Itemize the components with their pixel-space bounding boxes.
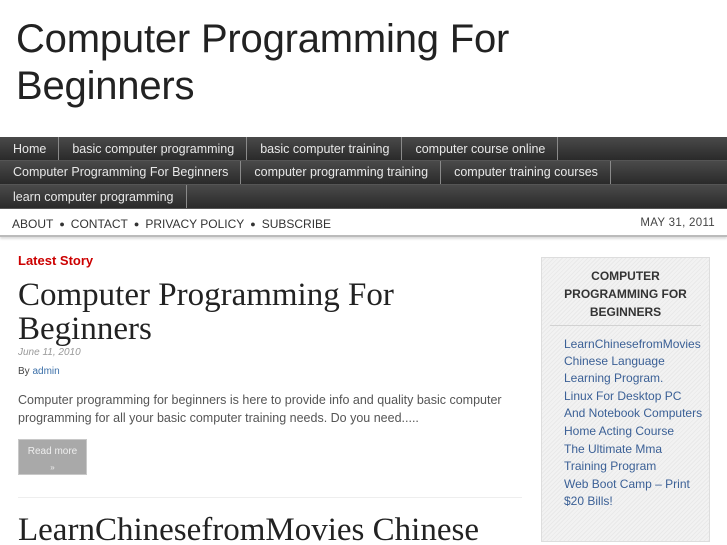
nav-item-computer-training-courses[interactable]: computer training courses: [441, 161, 611, 184]
by-label: By: [18, 366, 30, 377]
current-date: MAY 31, 2011: [640, 217, 715, 229]
widget-link[interactable]: The Ultimate Mma Training Program: [564, 441, 704, 475]
subnav-about[interactable]: ABOUT: [12, 217, 53, 231]
separator-dot: ●: [59, 219, 65, 229]
main-content: Latest Story Computer Programming For Be…: [18, 253, 522, 545]
separator-dot: ●: [133, 219, 140, 229]
main-nav: Home basic computer programming basic co…: [0, 137, 727, 209]
nav-item-learn-computer-programming[interactable]: learn computer programming: [0, 185, 187, 208]
nav-item-basic-computer-training[interactable]: basic computer training: [247, 137, 403, 160]
post: Computer Programming For Beginners June …: [18, 278, 522, 475]
nav-row-2: Computer Programming For Beginners compu…: [0, 161, 727, 185]
post-divider: [18, 497, 522, 498]
nav-item-computer-programming-training[interactable]: computer programming training: [241, 161, 442, 184]
widget-link[interactable]: Home Acting Course: [564, 423, 704, 440]
widget-link[interactable]: LearnChinesefromMovies Chinese Language …: [564, 336, 704, 387]
post: LearnChinesefromMovies Chinese: [18, 513, 522, 545]
post-title[interactable]: Computer Programming For Beginners: [18, 278, 522, 346]
author-link[interactable]: admin: [32, 366, 59, 377]
widget-link[interactable]: Web Boot Camp – Print $20 Bills!: [564, 476, 704, 510]
nav-item-computer-course-online[interactable]: computer course online: [402, 137, 559, 160]
separator-dot: ●: [250, 219, 256, 229]
widget-link-list: LearnChinesefromMovies Chinese Language …: [542, 326, 709, 510]
post-excerpt: Computer programming for beginners is he…: [18, 393, 502, 425]
sidebar-widget: COMPUTER PROGRAMMING FOR BEGINNERS Learn…: [541, 257, 710, 542]
subnav-contact[interactable]: CONTACT: [71, 217, 128, 231]
nav-row-1: Home basic computer programming basic co…: [0, 137, 727, 161]
post-byline: By admin: [18, 366, 522, 377]
post-title[interactable]: LearnChinesefromMovies Chinese: [18, 513, 522, 545]
read-more-label: Read more: [27, 446, 78, 457]
post-date: June 11, 2010: [18, 347, 81, 358]
nav-item-home[interactable]: Home: [0, 137, 60, 160]
section-label: Latest Story: [18, 253, 94, 268]
secondary-nav: ABOUT ● CONTACT ● PRIVACY POLICY ● SUBSC…: [0, 210, 727, 237]
subnav-privacy-policy[interactable]: PRIVACY POLICY: [145, 217, 244, 231]
subnav-subscribe[interactable]: SUBSCRIBE: [262, 217, 331, 231]
widget-title: COMPUTER PROGRAMMING FOR BEGINNERS: [550, 258, 701, 326]
read-more-button[interactable]: Read more »: [18, 439, 87, 475]
double-arrow-icon: »: [50, 463, 55, 472]
widget-link[interactable]: Linux For Desktop PC And Notebook Comput…: [564, 388, 704, 422]
nav-row-3: learn computer programming: [0, 185, 727, 209]
site-title[interactable]: Computer Programming For Beginners: [16, 16, 616, 110]
nav-item-basic-computer-programming[interactable]: basic computer programming: [59, 137, 248, 160]
nav-item-computer-programming-for-beginners[interactable]: Computer Programming For Beginners: [0, 161, 242, 184]
